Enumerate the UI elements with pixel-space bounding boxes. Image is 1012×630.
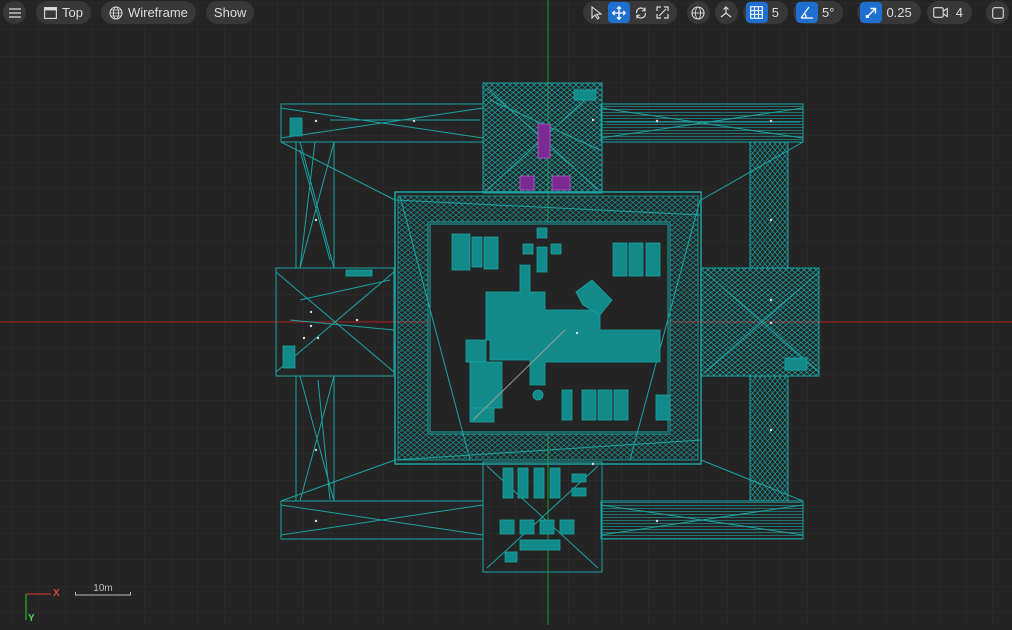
scale-bar-line	[75, 592, 131, 596]
transform-tools	[582, 1, 677, 24]
rotate-icon	[635, 6, 646, 19]
scale-snap-value[interactable]: 0.25	[882, 5, 917, 20]
globe-icon	[691, 5, 705, 20]
select-mode-button[interactable]	[586, 2, 608, 23]
scale-mode-button[interactable]	[652, 2, 674, 23]
grid-icon	[750, 6, 764, 19]
move-arrows-icon	[611, 5, 626, 20]
camera-speed-group[interactable]: 4	[926, 1, 972, 24]
scale-icon	[656, 6, 669, 19]
surface-snap-button[interactable]	[714, 1, 738, 24]
video-camera-icon	[933, 7, 949, 18]
axis-gizmo: X Y	[24, 586, 64, 624]
view-mode-button[interactable]: Wireframe	[100, 1, 196, 24]
camera-speed-value: 4	[955, 5, 963, 20]
translate-mode-button[interactable]	[607, 2, 630, 23]
maximize-icon	[991, 6, 1004, 19]
view-type-button[interactable]: Top	[36, 1, 91, 24]
show-flags-label: Show	[213, 5, 247, 20]
grid-snap-group: 5	[742, 1, 789, 24]
wireframe-sphere-icon	[109, 6, 123, 19]
rotation-snap-value[interactable]: 5°	[818, 5, 840, 20]
scale-snap-group: 0.25	[857, 1, 921, 24]
scale-snap-toggle[interactable]	[860, 2, 883, 23]
surface-snap-icon	[720, 5, 732, 17]
show-flags-button[interactable]: Show	[205, 1, 255, 24]
scale-snap-icon	[866, 7, 877, 18]
grid-snap-toggle[interactable]	[745, 2, 768, 23]
angle-icon	[800, 6, 814, 19]
rotation-snap-group: 5°	[793, 1, 844, 24]
wireframe-scene[interactable]	[0, 0, 1012, 625]
view-type-label: Top	[62, 5, 83, 20]
maximize-viewport-button[interactable]	[986, 1, 1009, 24]
rotate-mode-button[interactable]	[630, 2, 652, 23]
rotation-snap-toggle[interactable]	[796, 2, 819, 23]
viewport-toolbar-right: 5 5° 0.25 4	[582, 0, 1009, 25]
camera-speed-button[interactable]	[930, 2, 952, 23]
axis-x-label: X	[53, 588, 60, 599]
window-icon	[44, 6, 57, 19]
grid-snap-value[interactable]: 5	[768, 5, 785, 20]
viewport-options-button[interactable]	[3, 1, 26, 24]
world-space-button[interactable]	[686, 1, 710, 24]
scale-bar: 10m	[75, 583, 131, 597]
axis-y-label: Y	[28, 613, 35, 624]
view-mode-label: Wireframe	[127, 5, 188, 20]
viewport-toolbar-left: Top Wireframe Show	[3, 0, 264, 25]
hamburger-icon	[8, 7, 21, 18]
level-viewport[interactable]: Top Wireframe Show 5 5° 0.25 4 X Y 10m	[0, 0, 1012, 625]
cursor-arrow-icon	[591, 5, 603, 20]
